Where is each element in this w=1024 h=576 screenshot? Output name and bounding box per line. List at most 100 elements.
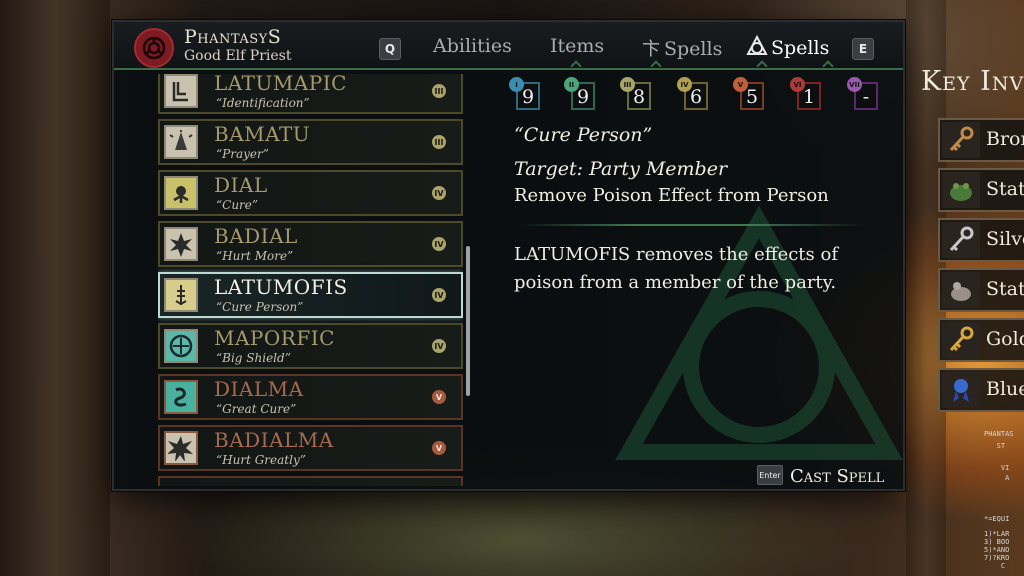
blue-ribbon-icon — [942, 372, 980, 408]
spell-list-scrollbar[interactable] — [466, 246, 470, 396]
inventory-item-label: Stat — [986, 278, 1024, 300]
tab-marker — [650, 60, 662, 72]
panel-header: PhantasyS Good Elf Priest Q Abilities It… — [114, 22, 903, 72]
spell-row-latumofis[interactable]: LATUMOFIS “Cure Person” IV — [158, 272, 463, 318]
spell-row-dialma[interactable]: DIALMA “Great Cure” V — [158, 374, 463, 420]
spell-name: BADIALMA — [214, 428, 334, 452]
terminal-line: A — [984, 474, 1010, 482]
slot-remaining: 5 — [745, 86, 759, 108]
spell-row-partial[interactable] — [158, 476, 463, 486]
red-sigil-emblem-icon — [134, 28, 174, 68]
tier-badge: IV — [432, 186, 446, 200]
inventory-item-blue-ribbon[interactable]: Blue — [938, 368, 1024, 412]
spell-name: DIALMA — [214, 377, 304, 401]
background-pillar-left — [0, 0, 110, 576]
tier-badge: V — [432, 441, 446, 455]
inventory-item-label: Gold — [986, 328, 1024, 350]
spell-detail-quote: “Cure Person” — [514, 124, 653, 146]
inventory-item-statuette[interactable]: Stat — [938, 168, 1024, 212]
prev-tab-key[interactable]: Q — [379, 38, 401, 60]
inventory-item-statuette[interactable]: Stat — [938, 268, 1024, 312]
tab-priest-spells-label: Spells — [771, 37, 830, 59]
spell-name: MAPORFIC — [214, 326, 335, 350]
spell-row-latumapic[interactable]: LATUMAPIC “Identification” III — [158, 74, 463, 114]
spell-subtitle: “Hurt More” — [216, 249, 294, 263]
tier-badge: IV — [432, 288, 446, 302]
divider — [520, 224, 865, 226]
key-inventory-title: Key Inv — [921, 66, 1024, 97]
spell-row-badial[interactable]: BADIAL “Hurt More” IV — [158, 221, 463, 267]
inventory-item-label: Blue — [986, 378, 1024, 400]
hurt-more-icon — [164, 227, 198, 261]
spell-detail-effect: Remove Poison Effect from Person — [514, 185, 829, 206]
terminal-line: C — [984, 562, 1006, 570]
inventory-item-silver-key[interactable]: Silve — [938, 218, 1024, 262]
bronze-key-icon — [942, 122, 980, 158]
inventory-item-label: Bron — [986, 128, 1024, 150]
slot-remaining: 9 — [576, 86, 590, 108]
spell-row-bamatu[interactable]: BAMATU “Prayer” III — [158, 119, 463, 165]
tab-marker — [570, 60, 582, 72]
cure-icon — [164, 176, 198, 210]
tier-badge: V — [432, 390, 446, 404]
spell-subtitle: “Cure” — [216, 198, 259, 212]
spell-subtitle: “Cure Person” — [216, 300, 304, 314]
character-name: PhantasyS — [184, 26, 282, 48]
inventory-item-label: Stat — [986, 178, 1024, 200]
inventory-item-bronze-key[interactable]: Bron — [938, 118, 1024, 162]
tab-mage-spells-label: Spells — [664, 38, 723, 60]
spell-list[interactable]: LATUMAPIC “Identification” III BAMATU “P… — [158, 74, 463, 486]
frog-statuette-icon — [942, 172, 980, 208]
spellbook-panel: PhantasyS Good Elf Priest Q Abilities It… — [112, 20, 905, 491]
mage-spells-icon: 卞 — [642, 39, 660, 60]
spell-name: DIAL — [214, 173, 268, 197]
cast-spell-button[interactable]: Cast Spell — [790, 466, 884, 487]
enter-key-hint[interactable]: Enter — [757, 465, 783, 485]
tier-badge: III — [432, 84, 446, 98]
tier-badge: IV — [432, 237, 446, 251]
slot-remaining: 8 — [632, 86, 646, 108]
slot-remaining: 1 — [802, 86, 816, 108]
hurt-greatly-icon — [164, 431, 198, 465]
slot-remaining: - — [862, 86, 870, 108]
spell-detail-description: LATUMOFIS removes the effects of poison … — [514, 244, 838, 293]
spell-slot-level-3: III 8 — [620, 77, 651, 110]
spell-slot-level-5: V 5 — [733, 77, 764, 110]
spell-row-dial[interactable]: DIAL “Cure” IV — [158, 170, 463, 216]
spell-slot-level-6: VI 1 — [790, 77, 821, 110]
terminal-line: VI — [984, 464, 1010, 472]
spell-row-maporfic[interactable]: MAPORFIC “Big Shield” IV — [158, 323, 463, 369]
slot-remaining: 9 — [521, 86, 535, 108]
next-tab-key[interactable]: E — [852, 38, 874, 60]
tab-priest-spells[interactable]: Spells — [746, 34, 830, 62]
cure-person-icon — [164, 278, 198, 312]
spell-name: BAMATU — [214, 122, 311, 146]
tab-mage-spells[interactable]: 卞 Spells — [642, 35, 722, 61]
spell-subtitle: “Hurt Greatly” — [216, 453, 306, 467]
spell-detail-target: Target: Party Member — [514, 158, 728, 180]
spell-slot-level-1: I 9 — [509, 77, 540, 110]
spell-subtitle: “Identification” — [216, 96, 310, 110]
spell-name: LATUMAPIC — [214, 74, 347, 95]
terminal-line: ST — [984, 442, 1006, 450]
tab-abilities[interactable]: Abilities — [433, 35, 512, 57]
spell-slot-level-4: IV 6 — [677, 77, 708, 110]
spell-name: BADIAL — [214, 224, 298, 248]
terminal-line: *=EQUI — [984, 515, 1010, 523]
spell-subtitle: “Great Cure” — [216, 402, 297, 416]
inventory-item-gold-key[interactable]: Gold — [938, 318, 1024, 362]
great-cure-icon — [164, 380, 198, 414]
bear-statuette-icon — [942, 272, 980, 308]
spell-subtitle: “Big Shield” — [216, 351, 291, 365]
terminal-line: PHANTAS — [984, 430, 1014, 438]
spell-row-badialma[interactable]: BADIALMA “Hurt Greatly” V — [158, 425, 463, 471]
gold-key-icon — [942, 322, 980, 358]
tab-marker — [822, 60, 834, 72]
big-shield-icon — [164, 329, 198, 363]
spell-subtitle: “Prayer” — [216, 147, 269, 161]
spell-slot-level-7: VII - — [847, 77, 878, 110]
tier-badge: III — [432, 135, 446, 149]
tab-items[interactable]: Items — [550, 35, 604, 57]
tab-marker — [756, 60, 768, 72]
tier-badge: IV — [432, 339, 446, 353]
